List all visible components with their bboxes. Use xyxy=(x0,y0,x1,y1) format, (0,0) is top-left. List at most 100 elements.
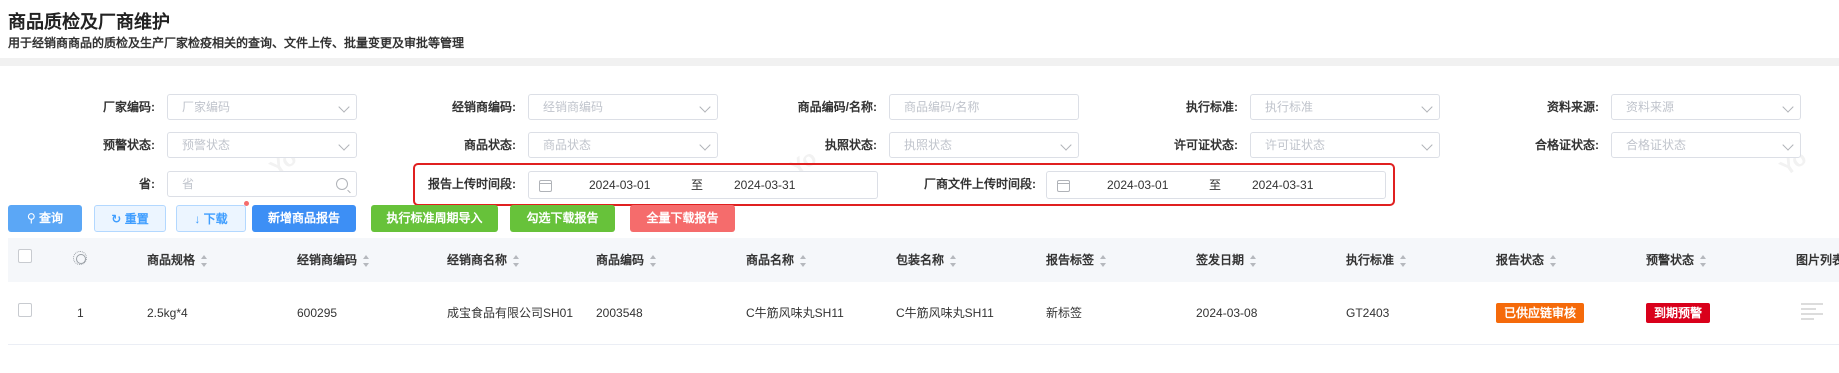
sort-icon[interactable] xyxy=(1700,254,1707,267)
column-header-warning-status[interactable]: 预警状态 xyxy=(1646,238,1707,282)
permit-status-label: 许可证状态: xyxy=(1174,138,1238,152)
import-cycle-button[interactable]: 执行标准周期导入 xyxy=(371,205,498,232)
data-source-label: 资料来源: xyxy=(1547,100,1599,114)
download-selected-button[interactable]: 勾选下载报告 xyxy=(510,205,615,232)
license-status-select[interactable]: 执照状态 xyxy=(889,132,1079,158)
sort-icon[interactable] xyxy=(1250,254,1257,267)
search-icon: ⚲ xyxy=(26,211,40,225)
column-label: 预警状态 xyxy=(1646,253,1695,267)
select-all-checkbox[interactable] xyxy=(18,249,32,263)
download-button[interactable]: ↓ 下载 xyxy=(176,205,246,232)
vendor-code-select[interactable]: 厂家编码 xyxy=(167,94,357,120)
province-placeholder: 省 xyxy=(182,177,195,191)
cell-dealer-code: 600295 xyxy=(297,306,338,320)
column-label: 报告状态 xyxy=(1496,253,1545,267)
column-header-dealer-name[interactable]: 经销商名称 xyxy=(447,238,520,282)
column-header-spec[interactable]: 商品规格 xyxy=(147,238,208,282)
cell-package-name: C牛筋风味丸SH11 xyxy=(896,306,994,320)
warning-status-tag: 到期预警 xyxy=(1646,303,1711,323)
search-icon xyxy=(336,178,348,190)
column-label: 商品规格 xyxy=(147,253,196,267)
reset-label: 重置 xyxy=(124,212,149,226)
sort-icon[interactable] xyxy=(1100,254,1107,267)
product-status-select[interactable]: 商品状态 xyxy=(528,132,718,158)
chevron-down-icon xyxy=(1782,139,1794,151)
certificate-status-select[interactable]: 合格证状态 xyxy=(1611,132,1801,158)
certificate-status-placeholder: 合格证状态 xyxy=(1626,138,1687,152)
chevron-down-icon xyxy=(1060,139,1072,151)
column-label: 经销商名称 xyxy=(447,253,508,267)
dealer-code-label: 经销商编码: xyxy=(452,100,516,114)
page-header: 商品质检及厂商维护 用于经销商商品的质检及生产厂家检疫相关的查询、文件上传、批量… xyxy=(0,0,1839,66)
column-label: 包装名称 xyxy=(896,253,945,267)
refresh-icon: ↻ xyxy=(111,212,125,226)
dealer-code-select[interactable]: 经销商编码 xyxy=(528,94,718,120)
cell-warning-status: 到期预警 xyxy=(1646,290,1711,337)
sort-icon[interactable] xyxy=(363,254,370,267)
query-label: 查询 xyxy=(39,211,64,225)
cell-spec: 2.5kg*4 xyxy=(147,306,188,320)
column-header-product-code[interactable]: 商品编码 xyxy=(596,238,657,282)
column-label: 执行标准 xyxy=(1346,253,1395,267)
column-header-report-status[interactable]: 报告状态 xyxy=(1496,238,1557,282)
chevron-down-icon xyxy=(338,101,350,113)
column-label: 经销商编码 xyxy=(297,253,358,267)
certificate-status-label: 合格证状态: xyxy=(1535,138,1599,152)
product-code-name-label: 商品编码/名称: xyxy=(797,100,877,114)
reset-button[interactable]: ↻ 重置 xyxy=(94,205,166,232)
download-all-button[interactable]: 全量下载报告 xyxy=(630,205,735,232)
download-icon: ↓ xyxy=(194,212,204,226)
column-label: 签发日期 xyxy=(1196,253,1245,267)
sort-icon[interactable] xyxy=(950,254,957,267)
vendor-code-label: 厂家编码: xyxy=(103,100,155,114)
add-report-button[interactable]: 新增商品报告 xyxy=(252,205,356,232)
sort-icon[interactable] xyxy=(1400,254,1407,267)
license-status-label: 执照状态: xyxy=(825,138,877,152)
chevron-down-icon xyxy=(699,101,711,113)
exec-standard-placeholder: 执行标准 xyxy=(1265,100,1314,114)
column-label: 商品编码 xyxy=(596,253,645,267)
image-thumbnail-icon[interactable] xyxy=(1801,303,1823,325)
dealer-code-placeholder: 经销商编码 xyxy=(543,100,604,114)
table-row[interactable]: 1 2.5kg*4 600295 成宝食品有限公司SH01 2003548 C牛… xyxy=(8,290,1839,345)
column-header-report-tag[interactable]: 报告标签 xyxy=(1046,238,1107,282)
query-button[interactable]: ⚲ 查询 xyxy=(8,205,82,232)
cell-exec-standard: GT2403 xyxy=(1346,306,1390,320)
exec-standard-select[interactable]: 执行标准 xyxy=(1250,94,1440,120)
sort-icon[interactable] xyxy=(513,254,520,267)
cell-dealer-name: 成宝食品有限公司SH01 xyxy=(447,306,574,320)
column-header-package-name[interactable]: 包装名称 xyxy=(896,238,957,282)
settings-gear-icon[interactable] xyxy=(73,251,87,265)
product-status-label: 商品状态: xyxy=(464,138,516,152)
province-label: 省: xyxy=(139,177,155,191)
sort-icon[interactable] xyxy=(1550,254,1557,267)
column-header-exec-standard[interactable]: 执行标准 xyxy=(1346,238,1407,282)
sort-icon[interactable] xyxy=(650,254,657,267)
license-status-placeholder: 执照状态 xyxy=(904,138,953,152)
data-source-select[interactable]: 资料来源 xyxy=(1611,94,1801,120)
warning-status-label: 预警状态: xyxy=(103,138,155,152)
product-code-name-placeholder: 商品编码/名称 xyxy=(904,100,980,114)
chevron-down-icon xyxy=(1421,101,1433,113)
exec-standard-label: 执行标准: xyxy=(1186,100,1238,114)
cell-report-status: 已供应链审核 xyxy=(1496,290,1585,337)
download-label: 下载 xyxy=(203,212,228,226)
chevron-down-icon xyxy=(1782,101,1794,113)
chevron-down-icon xyxy=(338,139,350,151)
column-header-dealer-code[interactable]: 经销商编码 xyxy=(297,238,370,282)
notification-dot xyxy=(244,201,249,206)
column-header-issue-date[interactable]: 签发日期 xyxy=(1196,238,1257,282)
sort-icon[interactable] xyxy=(800,254,807,267)
province-select[interactable]: 省 xyxy=(167,171,357,197)
product-code-name-input[interactable]: 商品编码/名称 xyxy=(889,94,1079,120)
row-checkbox[interactable] xyxy=(18,303,32,317)
cell-product-name: C牛筋风味丸SH11 xyxy=(746,306,844,320)
permit-status-placeholder: 许可证状态 xyxy=(1265,138,1326,152)
page-subtitle: 用于经销商商品的质检及生产厂家检疫相关的查询、文件上传、批量变更及审批等管理 xyxy=(8,36,465,50)
permit-status-select[interactable]: 许可证状态 xyxy=(1250,132,1440,158)
column-header-product-name[interactable]: 商品名称 xyxy=(746,238,807,282)
cell-report-tag: 新标签 xyxy=(1046,306,1083,320)
warning-status-select[interactable]: 预警状态 xyxy=(167,132,357,158)
column-label: 图片列表 xyxy=(1796,253,1839,267)
sort-icon[interactable] xyxy=(201,254,208,267)
